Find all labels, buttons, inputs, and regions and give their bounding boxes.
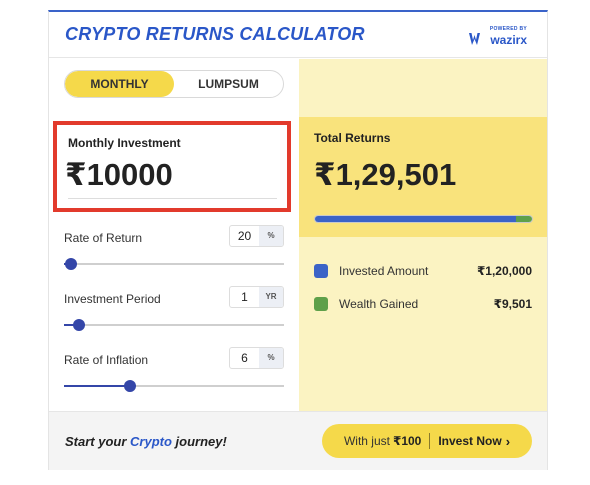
gained-bar-segment (516, 216, 532, 222)
cta-divider (429, 433, 431, 449)
calculator-header: CRYPTO RETURNS CALCULATOR POWERED BY waz… (49, 12, 547, 58)
cta-label: Invest Now (438, 434, 502, 448)
wealth-gained-value: ₹9,501 (493, 297, 532, 311)
invested-amount-label: Invested Amount (339, 264, 429, 278)
toggle-lumpsum[interactable]: LUMPSUM (174, 71, 283, 97)
rate-of-inflation-input[interactable]: 6 % (229, 347, 284, 369)
wealth-gained-label: Wealth Gained (339, 297, 419, 311)
invested-bar-segment (315, 216, 517, 222)
calculator-title: CRYPTO RETURNS CALCULATOR (65, 24, 365, 44)
wazirx-mark-icon (469, 33, 480, 45)
investment-period-value[interactable]: 1 (230, 287, 259, 307)
results-panel: Total Returns ₹1,29,501 Invested Amount … (299, 59, 547, 411)
investment-period-label: Investment Period (64, 292, 161, 306)
rate-of-return-control: Rate of Return 20 % (64, 225, 284, 285)
powered-by-label: POWERED BY (489, 26, 527, 32)
legend-gained: Wealth Gained ₹9,501 (314, 295, 532, 313)
slider-fill (64, 385, 130, 387)
rate-of-inflation-control: Rate of Inflation 6 % (64, 347, 284, 407)
calculator-card: CRYPTO RETURNS CALCULATOR POWERED BY waz… (48, 10, 548, 470)
cta-prefix: With just (343, 434, 390, 448)
invest-now-button[interactable]: With just ₹100 Invest Now › (322, 424, 532, 458)
invested-amount-value: ₹1,20,000 (476, 264, 532, 278)
tagline-end: journey! (171, 434, 227, 449)
monthly-investment-value[interactable]: ₹10000 (65, 157, 173, 193)
rate-of-inflation-unit: % (259, 348, 283, 368)
rate-of-return-value[interactable]: 20 (230, 226, 259, 246)
returns-split-bar (314, 215, 533, 223)
chevron-right-icon: › (505, 433, 511, 449)
wazirx-logo[interactable]: POWERED BY wazirx (469, 26, 527, 48)
investment-period-input[interactable]: 1 YR (229, 286, 284, 308)
investment-period-control: Investment Period 1 YR (64, 286, 284, 346)
footer-tagline: Start your Crypto journey! (65, 434, 227, 449)
total-returns-card: Total Returns ₹1,29,501 (299, 117, 547, 237)
input-underline (68, 198, 277, 199)
slider-thumb[interactable] (64, 258, 77, 270)
tagline-start: Start your (65, 434, 131, 449)
brand-name: wazirx (490, 33, 527, 47)
toggle-monthly[interactable]: MONTHLY (65, 71, 174, 97)
rate-of-inflation-slider[interactable] (64, 380, 284, 392)
calculator-footer: Start your Crypto journey! With just ₹10… (49, 411, 547, 470)
total-returns-value: ₹1,29,501 (314, 157, 457, 192)
monthly-investment-field[interactable]: Monthly Investment ₹10000 (53, 121, 291, 212)
plan-toggle: MONTHLY LUMPSUM (64, 70, 284, 98)
rate-of-inflation-label: Rate of Inflation (64, 353, 149, 367)
investment-period-unit: YR (259, 287, 283, 307)
total-returns-label: Total Returns (314, 131, 391, 145)
inputs-panel: MONTHLY LUMPSUM Monthly Investment ₹1000… (49, 59, 299, 411)
invested-color-swatch (314, 264, 328, 278)
legend-invested: Invested Amount ₹1,20,000 (314, 262, 532, 280)
gained-color-swatch (314, 297, 328, 311)
rate-of-return-label: Rate of Return (64, 231, 143, 245)
rate-of-inflation-value[interactable]: 6 (230, 348, 259, 368)
investment-period-slider[interactable] (64, 319, 284, 331)
slider-thumb[interactable] (73, 319, 86, 331)
monthly-investment-label: Monthly Investment (68, 136, 181, 150)
tagline-accent: Crypto (130, 434, 172, 449)
rate-of-return-unit: % (259, 226, 283, 246)
rate-of-return-input[interactable]: 20 % (229, 225, 284, 247)
rate-of-return-slider[interactable] (64, 258, 284, 270)
slider-thumb[interactable] (124, 380, 136, 392)
cta-amount: ₹100 (392, 434, 422, 448)
